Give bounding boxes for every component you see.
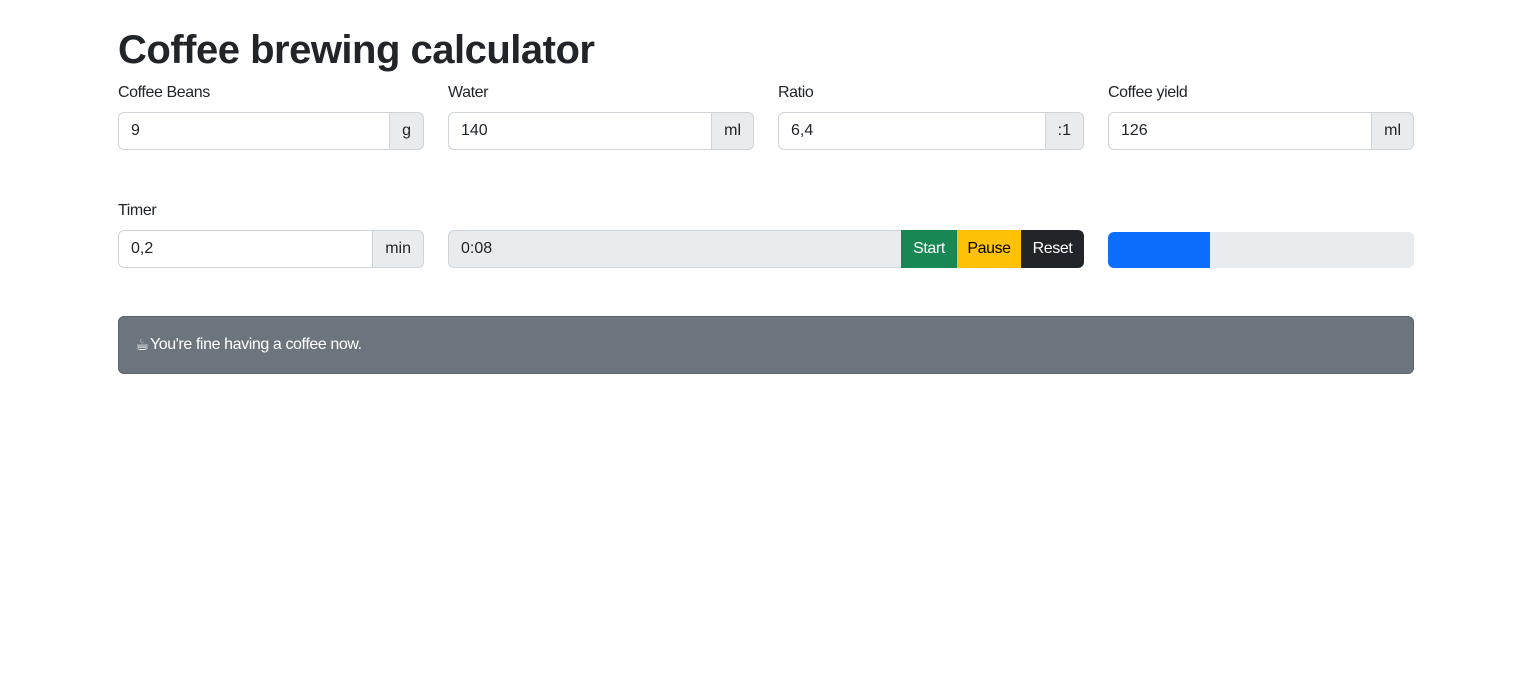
coffee-beans-label: Coffee Beans [118,84,210,101]
water-label: Water [448,84,489,101]
coffee-yield-input-group: ml [1108,112,1414,150]
water-input[interactable] [448,112,713,150]
ratio-unit: :1 [1045,112,1084,150]
coffee-beans-input[interactable] [118,112,391,150]
coffee-beans-input-group: g [118,112,424,150]
water-unit: ml [712,112,754,150]
ratio-input-group: :1 [778,112,1084,150]
coffee-yield-label: Coffee yield [1108,84,1188,101]
timer-input-group: min [118,230,424,268]
timer-controls: 0:08 Start Pause Reset [448,230,1084,268]
coffee-yield-input[interactable] [1108,112,1373,150]
status-alert: ☕ You're fine having a coffee now. [118,316,1414,374]
status-alert-text: You're fine having a coffee now. [149,336,362,353]
page-title: Coffee brewing calculator [118,28,595,72]
pause-button[interactable]: Pause [957,230,1021,268]
water-input-group: ml [448,112,754,150]
timer-countdown-display: 0:08 [448,230,901,268]
coffee-yield-unit: ml [1372,112,1414,150]
coffee-cup-icon: ☕ [135,337,149,354]
timer-input[interactable] [118,230,374,268]
reset-button[interactable]: Reset [1021,230,1084,268]
timer-progress [1108,232,1414,268]
timer-label: Timer [118,202,157,219]
timer-unit: min [373,230,424,268]
ratio-input[interactable] [778,112,1046,150]
start-button[interactable]: Start [901,230,957,268]
timer-progress-bar [1108,232,1210,268]
ratio-label: Ratio [778,84,814,101]
coffee-beans-unit: g [390,112,424,150]
